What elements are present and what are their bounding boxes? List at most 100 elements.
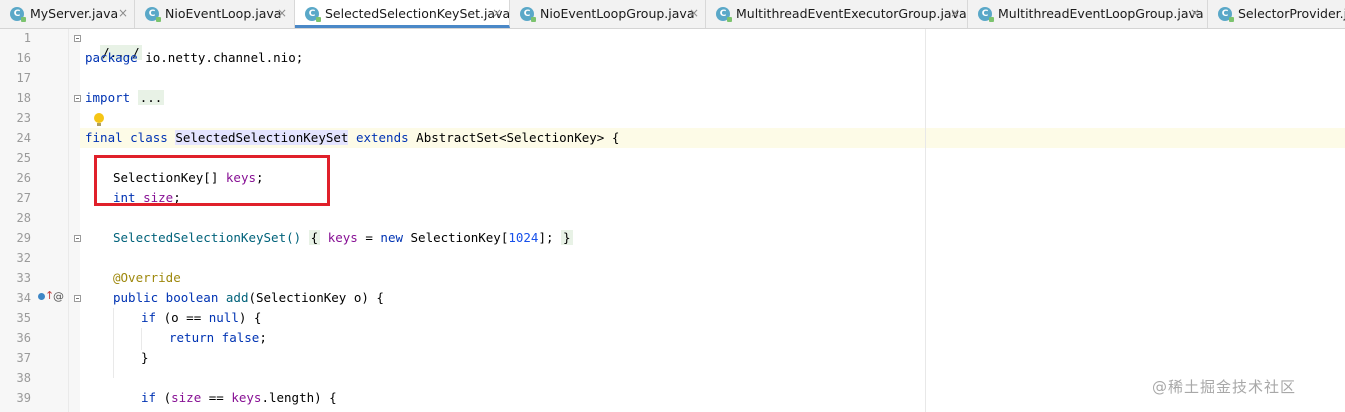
code-text: SelectionKey[ (403, 230, 509, 245)
tab-label: NioEventLoopGroup.java (540, 6, 695, 21)
code-text: ; (259, 330, 267, 345)
tab-multithreadeventexecutorgroup[interactable]: C MultithreadEventExecutorGroup.java × (706, 0, 968, 28)
class-name: SelectedSelectionKeySet (175, 130, 349, 145)
close-icon[interactable]: × (118, 6, 128, 20)
code-text: } (141, 350, 149, 365)
code-text: io.netty.channel.nio; (137, 50, 304, 65)
line-number: 38 (16, 371, 31, 385)
java-class-icon: C (305, 7, 321, 22)
tab-selectorprovider[interactable]: C SelectorProvider.java (1208, 0, 1345, 28)
keyword: import (85, 90, 131, 105)
editor-tab-bar: C MyServer.java × C NioEventLoop.java × … (0, 0, 1345, 29)
indent-guide (141, 328, 142, 350)
code-line: if (o == null) { (141, 310, 261, 325)
line-number: 26 (16, 171, 31, 185)
code-line: if (size == keys.length) { (141, 390, 337, 405)
annotation-icon[interactable]: @ (53, 290, 64, 303)
java-class-icon: C (1218, 7, 1234, 22)
fold-marker-icon[interactable] (74, 295, 81, 302)
code-line: package io.netty.channel.nio; (85, 50, 303, 65)
line-number: 25 (16, 151, 31, 165)
code-text: .length) { (261, 390, 337, 405)
tab-label: MultithreadEventLoopGroup.java (998, 6, 1204, 21)
code-line: return false; (169, 330, 267, 345)
fold-marker-icon[interactable] (74, 95, 81, 102)
keyword: public boolean (113, 290, 219, 305)
highlight-box (94, 155, 330, 206)
code-line: SelectedSelectionKeySet() { keys = new S… (113, 230, 573, 245)
annotation: @Override (113, 270, 181, 285)
java-class-icon: C (978, 7, 994, 22)
close-icon[interactable]: × (689, 6, 699, 20)
constructor-name: SelectedSelectionKeySet() (113, 230, 309, 245)
tab-myserver[interactable]: C MyServer.java × (0, 0, 135, 28)
code-text: ]; (538, 230, 562, 245)
folded-block-close[interactable]: } (561, 230, 573, 245)
lightbulb-icon[interactable] (94, 113, 104, 126)
code-text: ) { (238, 310, 262, 325)
tab-nioeventloopgroup[interactable]: C NioEventLoopGroup.java × (510, 0, 706, 28)
line-number: 39 (16, 391, 31, 405)
line-number: 36 (16, 331, 31, 345)
java-class-icon: C (145, 7, 161, 22)
code-text: (o == (156, 310, 209, 325)
code-line: @Override (113, 270, 181, 285)
java-class-icon: C (10, 7, 26, 22)
java-class-icon: C (716, 7, 732, 22)
code-text: AbstractSet<SelectionKey> { (408, 130, 620, 145)
close-icon[interactable]: × (950, 6, 960, 20)
line-number: 24 (16, 131, 31, 145)
code-line: public boolean add(SelectionKey o) { (113, 290, 384, 305)
line-number: 23 (16, 111, 31, 125)
keyword: return false (169, 330, 260, 345)
method-name: add (225, 290, 249, 305)
fold-column (68, 29, 69, 412)
watermark: @稀土掘金技术社区 (1152, 378, 1297, 396)
folded-imports[interactable]: ... (137, 90, 165, 105)
line-number: 27 (16, 191, 31, 205)
field-name: size (171, 390, 202, 405)
tab-nioeventloop[interactable]: C NioEventLoop.java × (135, 0, 295, 28)
code-line: final class SelectedSelectionKeySet exte… (85, 130, 619, 145)
code-text: == (201, 390, 232, 405)
line-number: 29 (16, 231, 31, 245)
keyword: extends (355, 130, 409, 145)
close-icon[interactable]: × (492, 6, 502, 20)
line-number: 16 (16, 51, 31, 65)
keyword: package (85, 50, 138, 65)
right-margin-guide (925, 29, 926, 412)
code-line: import ... (85, 90, 165, 105)
tab-multithreadeventloopgroup[interactable]: C MultithreadEventLoopGroup.java × (968, 0, 1208, 28)
tab-selectedselectionkeyset[interactable]: C SelectedSelectionKeySet.java × (295, 0, 510, 28)
line-number: 18 (16, 91, 31, 105)
field-name: keys (327, 230, 358, 245)
code-line: } (141, 350, 149, 365)
fold-marker-icon[interactable] (74, 235, 81, 242)
line-number: 35 (16, 311, 31, 325)
field-name: keys (231, 390, 262, 405)
line-number: 1 (23, 31, 31, 45)
tab-label: NioEventLoop.java (165, 6, 282, 21)
keyword: final class (85, 130, 168, 145)
line-number: 37 (16, 351, 31, 365)
line-number: 17 (16, 71, 31, 85)
folded-block-open[interactable]: { (308, 230, 321, 245)
code-text: (SelectionKey o) { (248, 290, 384, 305)
line-number: 34 (16, 291, 31, 305)
implementing-method-icon[interactable] (38, 293, 45, 300)
keyword: null (208, 310, 239, 325)
close-icon[interactable]: × (277, 6, 287, 20)
close-icon[interactable]: × (1190, 6, 1200, 20)
indent-guide (113, 308, 114, 378)
tab-label: SelectorProvider.java (1238, 6, 1345, 21)
number-literal: 1024 (508, 230, 539, 245)
line-number: 33 (16, 271, 31, 285)
fold-marker-icon[interactable] (74, 35, 81, 42)
java-class-icon: C (520, 7, 536, 22)
code-editor[interactable] (80, 29, 1345, 412)
tab-label: SelectedSelectionKeySet.java (325, 6, 510, 21)
line-number: 32 (16, 251, 31, 265)
code-text: ( (156, 390, 172, 405)
code-text: = (357, 230, 381, 245)
keyword: new (380, 230, 403, 245)
